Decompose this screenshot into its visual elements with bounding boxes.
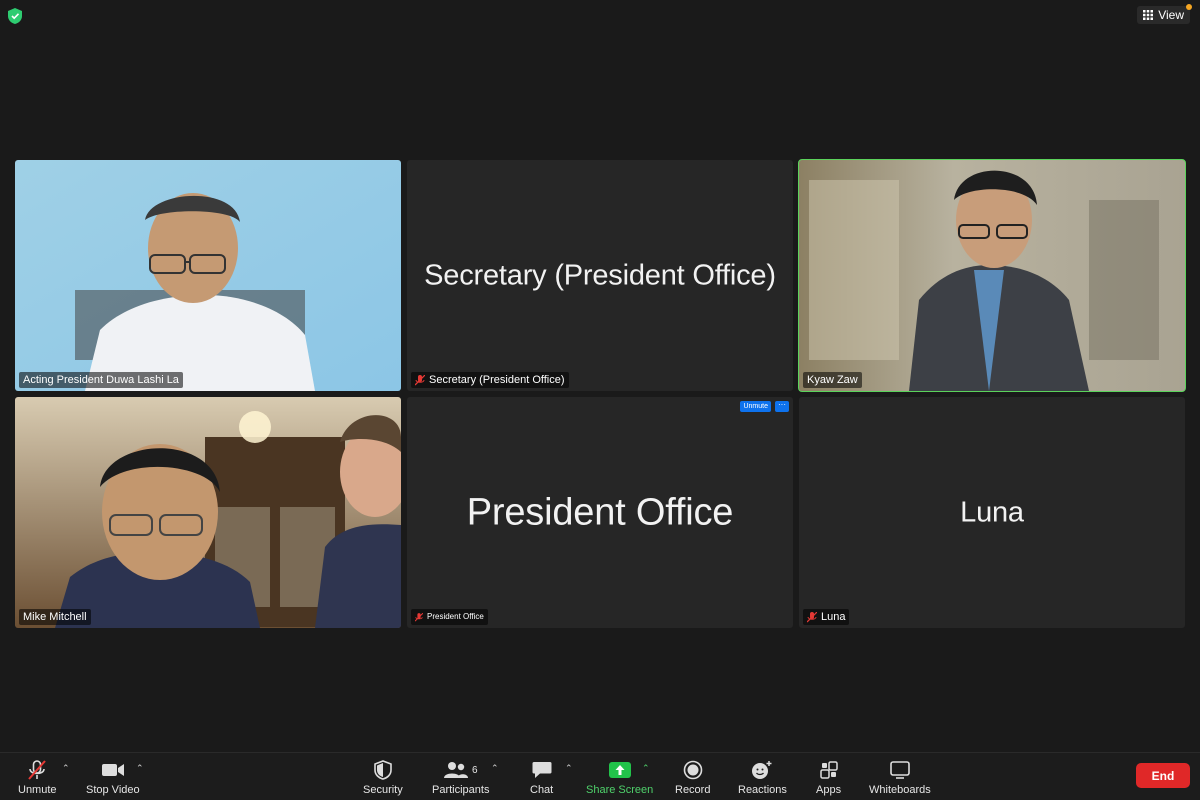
participant-display-name: Luna [960,496,1024,528]
participant-name: Secretary (President Office) [429,374,565,386]
participants-label: Participants [432,784,490,796]
unmute-button[interactable]: Unmute [18,759,57,796]
apps-label: Apps [816,784,842,796]
record-button[interactable]: Record [675,759,710,796]
participant-name-label: Luna [803,609,850,625]
participant-video [15,160,401,391]
muted-mic-icon [415,612,423,621]
chat-bubble-icon [532,762,552,778]
video-tile-luna[interactable]: Luna Luna [799,397,1185,628]
participant-video [799,160,1185,391]
chat-label: Chat [530,784,554,796]
whiteboards-button[interactable]: Whiteboards [869,759,931,796]
stop-video-button[interactable]: Stop Video [86,759,140,796]
apps-icon [819,761,838,779]
participant-name-label: Secretary (President Office) [411,372,569,388]
participants-count: 6 [471,764,478,776]
participant-name: Acting President Duwa Lashi La [23,374,179,386]
participant-name: President Office [427,612,484,621]
view-label: View [1158,8,1184,22]
video-options-caret-icon[interactable]: ⌃ [136,763,144,774]
apps-button[interactable]: Apps [816,759,841,796]
security-label: Security [363,784,403,796]
participant-name-label: Acting President Duwa Lashi La [19,372,183,388]
video-tile-acting-president[interactable]: Acting President Duwa Lashi La [15,160,401,391]
unmute-label: Unmute [18,784,57,796]
reactions-label: Reactions [738,784,787,796]
end-meeting-button[interactable]: End [1136,763,1190,788]
whiteboard-icon [890,761,910,779]
record-label: Record [675,784,711,796]
participants-options-caret-icon[interactable]: ⌃ [491,763,499,774]
notification-dot [1186,4,1192,10]
participant-name-label: President Office [411,609,488,625]
meeting-toolbar: Unmute ⌃ Stop Video ⌃ Security 6 Partici… [0,752,1200,800]
share-options-caret-icon[interactable]: ⌃ [642,763,650,774]
security-button[interactable]: Security [363,759,403,796]
grid-icon [1143,10,1154,20]
smiley-reaction-icon [752,761,772,779]
security-shield-icon[interactable] [8,8,22,24]
reactions-button[interactable]: Reactions [738,759,787,796]
video-tile-secretary[interactable]: Secretary (President Office) Secretary (… [407,160,793,391]
whiteboards-label: Whiteboards [869,784,931,796]
video-tile-president-office[interactable]: President Office Unmute ··· President Of… [407,397,793,628]
participant-display-name: Secretary (President Office) [424,259,776,291]
participant-name-label: Mike Mitchell [19,609,91,625]
participant-name: Luna [821,611,846,623]
ask-unmute-button[interactable]: Unmute [740,401,771,412]
participant-name: Kyaw Zaw [807,374,858,386]
audio-options-caret-icon[interactable]: ⌃ [62,763,70,774]
video-tile-mike-mitchell[interactable]: Mike Mitchell [15,397,401,628]
muted-mic-icon [415,374,425,385]
participants-button[interactable]: 6 Participants [432,759,489,796]
participant-name: Mike Mitchell [23,611,87,623]
shield-icon [374,760,392,780]
stop-video-label: Stop Video [86,784,140,796]
video-camera-icon [101,764,124,776]
share-screen-label: Share Screen [586,784,654,796]
participant-display-name: President Office [466,491,734,533]
chat-options-caret-icon[interactable]: ⌃ [565,763,573,774]
share-screen-icon [608,762,631,778]
video-tile-kyaw-zaw[interactable]: Kyaw Zaw [798,159,1186,392]
people-icon [443,762,468,778]
muted-microphone-icon [28,760,47,780]
participant-name-label: Kyaw Zaw [803,372,862,388]
chat-button[interactable]: Chat [530,759,553,796]
muted-mic-icon [807,611,817,622]
record-icon [683,760,703,780]
participant-video [15,397,401,628]
view-button[interactable]: View [1137,4,1192,24]
more-options-button[interactable]: ··· [775,401,789,412]
